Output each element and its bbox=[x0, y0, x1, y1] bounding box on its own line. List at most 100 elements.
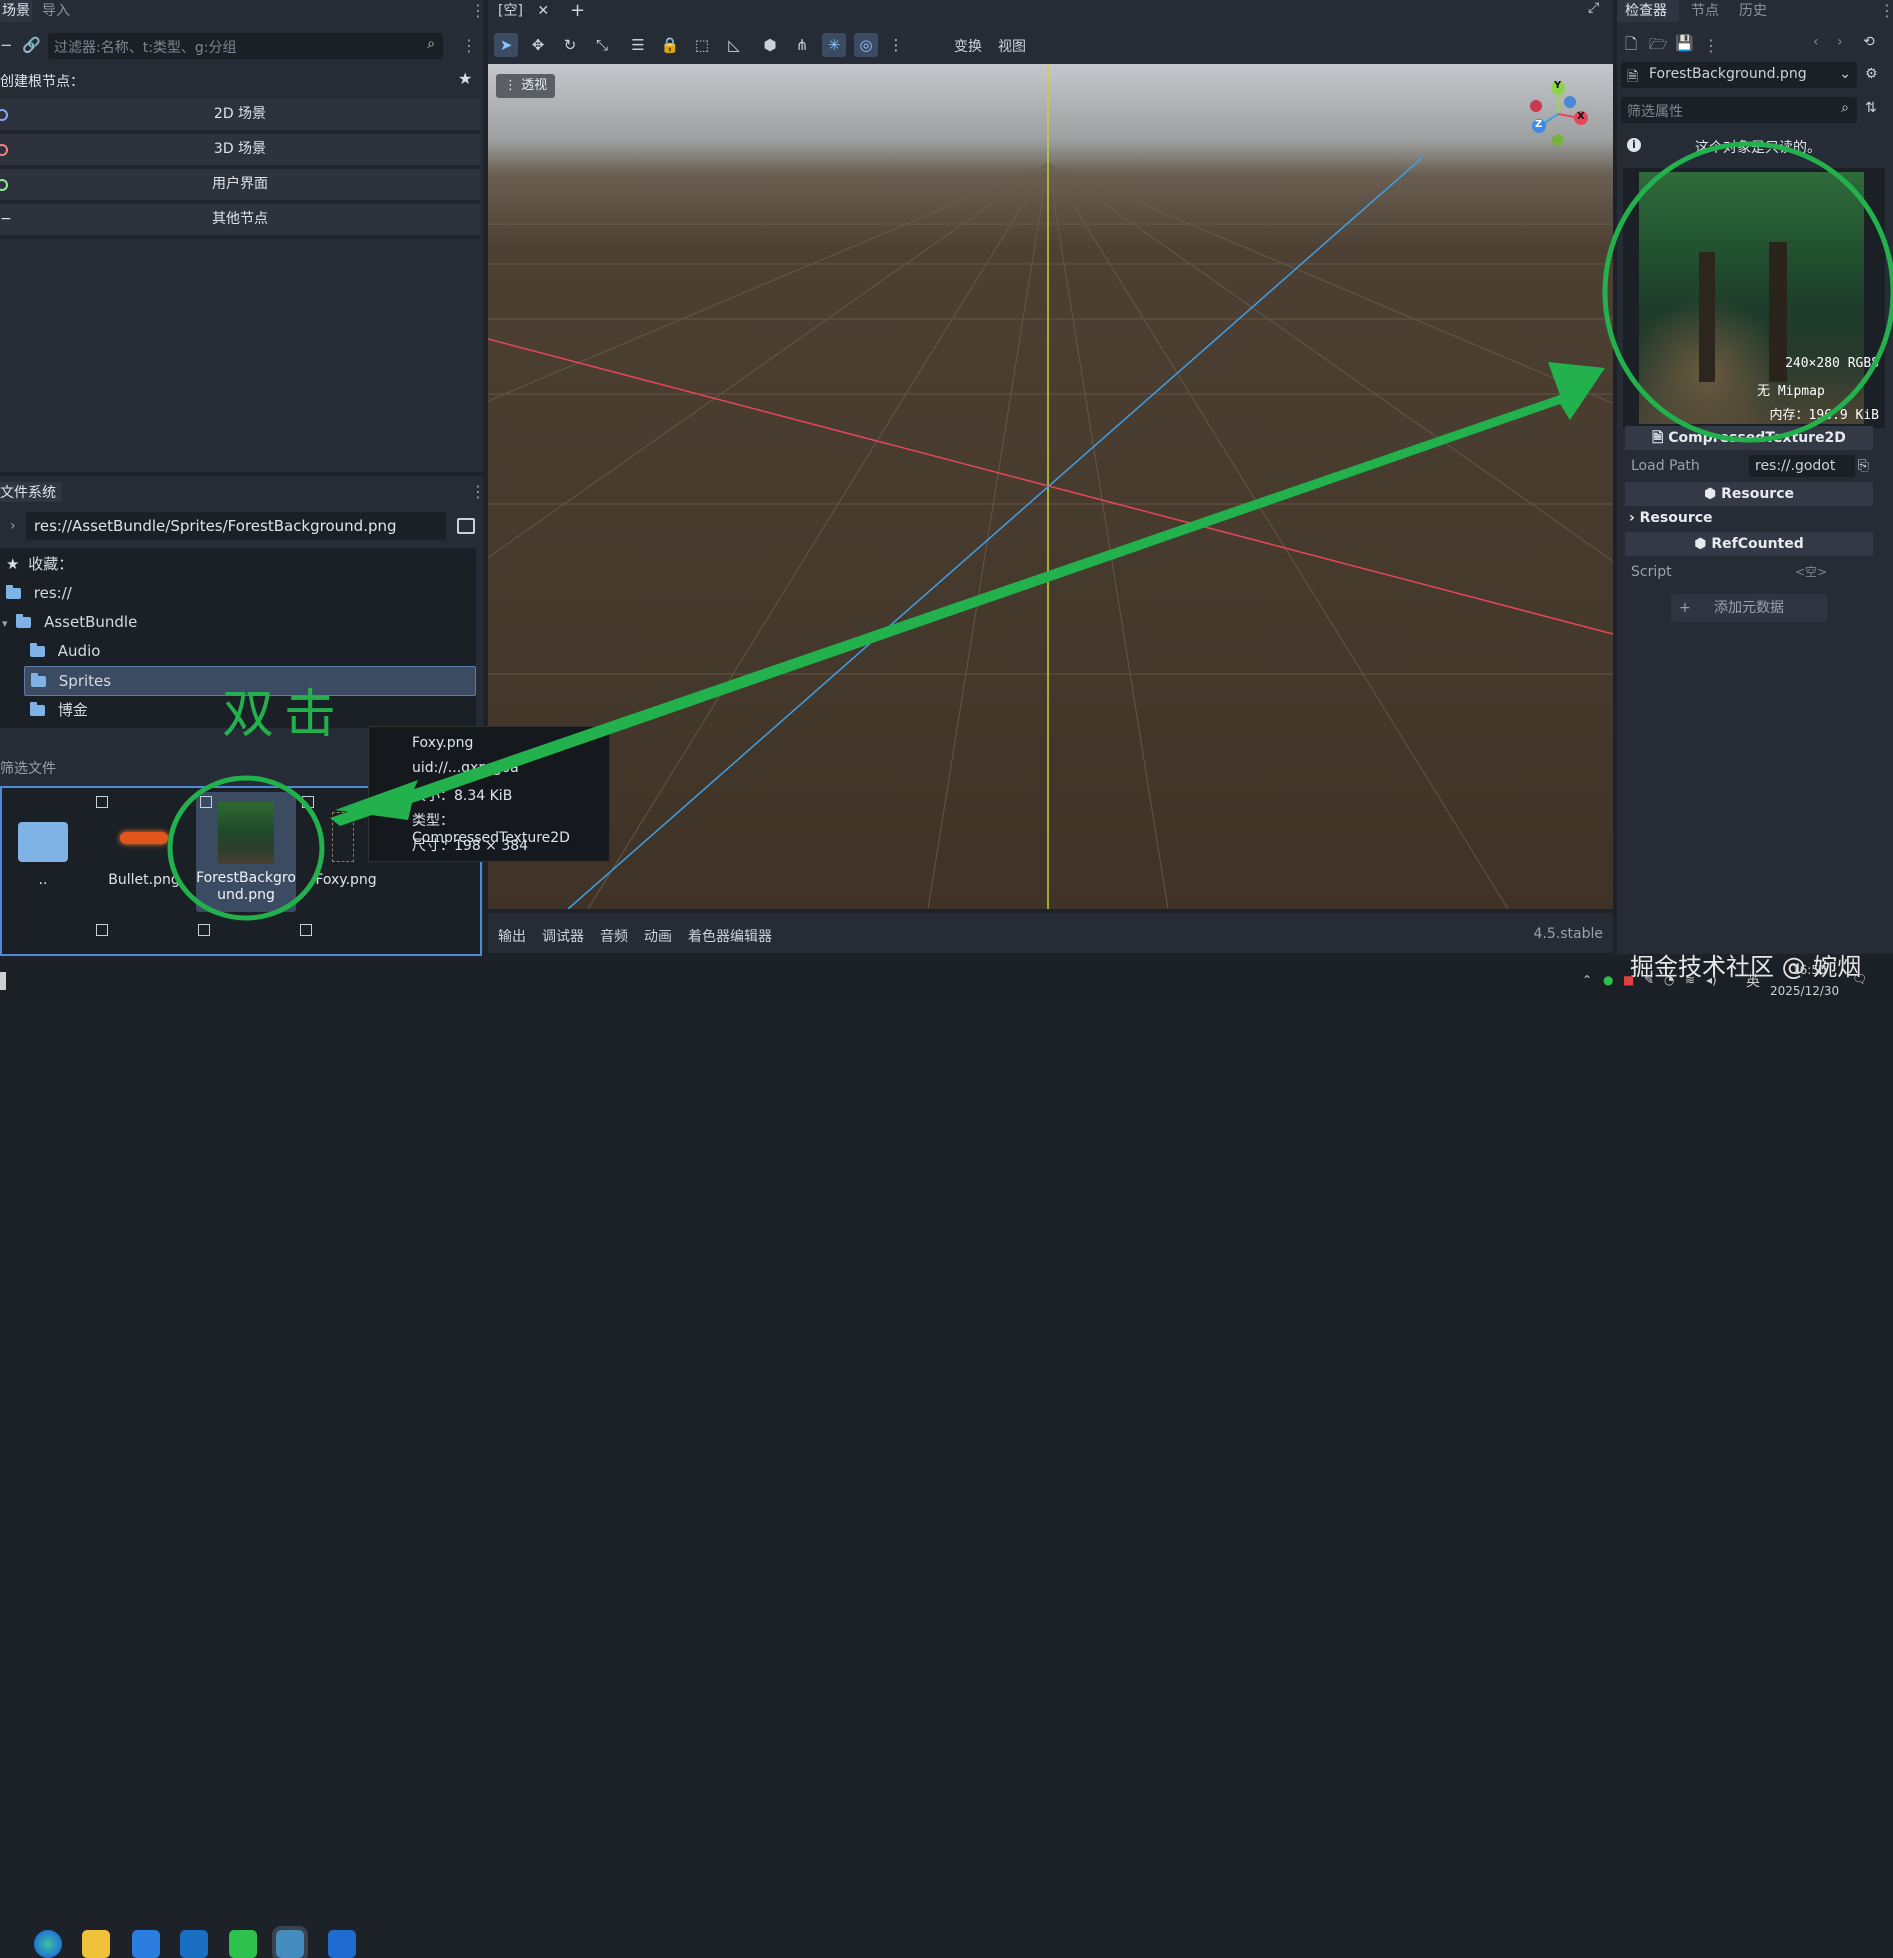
toolbar-more-icon[interactable]: ⋮ bbox=[884, 33, 908, 57]
filesystem-menu-icon[interactable]: ⋮ bbox=[470, 484, 486, 500]
tab-shader-editor[interactable]: 着色器编辑器 bbox=[688, 926, 772, 946]
tray-ime-label[interactable]: 英 bbox=[1746, 971, 1760, 991]
node-ui-button[interactable]: 用户界面 bbox=[0, 169, 480, 204]
new-resource-icon[interactable]: 🗋 bbox=[1625, 34, 1637, 59]
tray-time[interactable]: 16:50 bbox=[1792, 963, 1827, 977]
tab-scene[interactable]: 场景 bbox=[0, 0, 32, 22]
tray-pen-icon[interactable]: ✎ bbox=[1644, 973, 1654, 987]
tray-wechat-icon[interactable]: ● bbox=[1603, 973, 1613, 987]
tab-import[interactable]: 导入 bbox=[42, 0, 70, 22]
store-icon[interactable] bbox=[132, 1930, 160, 1958]
handwritten-annotation: 双击 bbox=[222, 685, 347, 745]
tab-debugger[interactable]: 调试器 bbox=[542, 926, 584, 946]
tab-inspector[interactable]: 检查器 bbox=[1617, 0, 1679, 22]
class-header-compressedtexture2d[interactable]: 🗎 CompressedTexture2D bbox=[1625, 426, 1873, 450]
favorite-star-icon[interactable]: ★ bbox=[458, 69, 472, 88]
menu-transform[interactable]: 变换 bbox=[954, 36, 982, 56]
resource-selector[interactable]: 🗎 ForestBackground.png ⌄ bbox=[1621, 62, 1857, 88]
outlook-icon[interactable] bbox=[180, 1930, 208, 1958]
tab-audio[interactable]: 音频 bbox=[600, 926, 628, 946]
cube-icon[interactable]: ⬢ bbox=[758, 33, 782, 57]
pycharm-icon[interactable] bbox=[328, 1930, 356, 1958]
tree-favorites[interactable]: ★ 收藏： bbox=[0, 550, 73, 578]
perspective-button[interactable]: ⋮ 透视 bbox=[496, 74, 556, 98]
tray-network-icon[interactable]: ◔ bbox=[1664, 973, 1674, 987]
load-path-value[interactable]: res://.godot bbox=[1749, 455, 1855, 477]
snap-icon[interactable]: ⋔ bbox=[790, 33, 814, 57]
globe-icon[interactable]: ◎ bbox=[854, 33, 878, 57]
start-icon[interactable] bbox=[0, 972, 6, 990]
object-props-icon[interactable]: ⚙ bbox=[1865, 66, 1878, 82]
view-gizmo[interactable]: Y X Z bbox=[1524, 80, 1594, 150]
tray-date[interactable]: 2025/12/30 bbox=[1770, 984, 1839, 998]
scale-tool-icon[interactable]: ⤡ bbox=[590, 33, 614, 57]
file-explorer-icon[interactable] bbox=[82, 1930, 110, 1958]
tab-animation[interactable]: 动画 bbox=[644, 926, 672, 946]
scene-filter-input[interactable]: 过滤器:名称、t:类型、g:分组 ⌕ bbox=[48, 33, 443, 59]
file-item-forest-background[interactable]: ForestBackgro und.png bbox=[196, 792, 296, 912]
fullscreen-icon[interactable]: ⤢ bbox=[1588, 0, 1599, 16]
godot-icon[interactable] bbox=[272, 1926, 308, 1958]
tab-history[interactable]: 历史 bbox=[1739, 0, 1767, 22]
rotate-tool-icon[interactable]: ↻ bbox=[558, 33, 582, 57]
tray-wifi-icon[interactable]: ≋ bbox=[1685, 973, 1695, 987]
filter-settings-icon[interactable]: ⇅ bbox=[1865, 100, 1877, 116]
inspector-options-icon[interactable]: ⋮ bbox=[1703, 38, 1719, 54]
tray-volume-icon[interactable]: ◂) bbox=[1706, 973, 1717, 987]
viewport-3d[interactable]: ⋮ 透视 Y X Z bbox=[488, 64, 1613, 909]
chevron-right-icon[interactable]: › bbox=[10, 518, 16, 534]
scene-tab[interactable]: [空] ✕ bbox=[498, 0, 549, 22]
select-tool-icon[interactable]: ➤ bbox=[494, 33, 518, 57]
tree-bojin[interactable]: 博金 bbox=[0, 696, 88, 724]
readonly-notice: 这个对象是只读的。 bbox=[1695, 140, 1821, 156]
inspector-menu-icon[interactable]: ⋮ bbox=[1879, 3, 1893, 19]
close-icon[interactable]: ✕ bbox=[537, 3, 549, 19]
perspective-label: 透视 bbox=[521, 78, 548, 93]
forest-thumbnail bbox=[218, 802, 274, 864]
copy-path-icon[interactable]: ⎘ bbox=[1858, 455, 1869, 477]
link-icon[interactable]: 🔗 bbox=[22, 36, 41, 54]
axis-x-line bbox=[488, 338, 1613, 635]
tree-assetbundle[interactable]: ▾ AssetBundle bbox=[0, 608, 137, 636]
property-filter-input[interactable]: 筛选属性 ⌕ bbox=[1621, 97, 1857, 123]
filesystem-path-field[interactable]: res://AssetBundle/Sprites/ForestBackgrou… bbox=[26, 512, 446, 540]
ruler-icon[interactable]: ◺ bbox=[722, 33, 746, 57]
tab-node[interactable]: 节点 bbox=[1691, 0, 1719, 22]
history-back-icon[interactable]: ‹ bbox=[1813, 34, 1819, 50]
tray-wps-icon[interactable]: ■ bbox=[1623, 973, 1634, 987]
add-node-icon[interactable]: − bbox=[0, 36, 13, 54]
tab-output[interactable]: 输出 bbox=[498, 926, 526, 946]
tree-res-root[interactable]: res:// bbox=[0, 579, 72, 607]
new-tab-icon[interactable]: + bbox=[570, 0, 585, 21]
tree-audio[interactable]: Audio bbox=[0, 637, 100, 665]
lock-icon[interactable]: 🔒 bbox=[658, 33, 682, 57]
file-item-parent[interactable]: .. bbox=[8, 802, 78, 902]
node-3d-scene-button[interactable]: 3D 场景 bbox=[0, 134, 480, 169]
group-icon[interactable]: ⬚ bbox=[690, 33, 714, 57]
wechat-icon[interactable] bbox=[229, 1930, 257, 1958]
texture-badge-icon bbox=[198, 924, 210, 936]
script-value[interactable]: <空> bbox=[1795, 561, 1827, 583]
move-tool-icon[interactable]: ✥ bbox=[526, 33, 550, 57]
split-view-icon[interactable] bbox=[457, 518, 475, 534]
history-icon[interactable]: ⟲ bbox=[1863, 34, 1875, 50]
node-2d-scene-button[interactable]: 2D 场景 bbox=[0, 99, 480, 134]
notification-icon[interactable]: 🗨 bbox=[1852, 972, 1867, 986]
edge-icon[interactable] bbox=[34, 1930, 62, 1958]
resource-section-row[interactable]: › Resource bbox=[1625, 507, 1873, 529]
tree-res-label: res:// bbox=[33, 584, 72, 602]
menu-view[interactable]: 视图 bbox=[998, 36, 1026, 56]
open-folder-icon[interactable]: 🗁 bbox=[1649, 34, 1668, 59]
resource-header[interactable]: ⬢ Resource bbox=[1625, 482, 1873, 506]
scene-options-icon[interactable]: ⋮ bbox=[461, 38, 477, 54]
add-metadata-button[interactable]: + 添加元数据 bbox=[1671, 594, 1827, 622]
node-other-button[interactable]: − 其他节点 bbox=[0, 204, 480, 239]
save-icon[interactable]: 💾 bbox=[1675, 34, 1694, 52]
file-item-bullet[interactable]: Bullet.png bbox=[96, 796, 186, 902]
refcounted-header[interactable]: ⬢ RefCounted bbox=[1625, 532, 1873, 556]
list-tool-icon[interactable]: ☰ bbox=[626, 33, 650, 57]
local-space-icon[interactable]: ✳ bbox=[822, 33, 846, 57]
scene-dock-menu-icon[interactable]: ⋮ bbox=[470, 3, 486, 19]
tray-chevron-up-icon[interactable]: ⌃ bbox=[1582, 973, 1592, 987]
history-forward-icon[interactable]: › bbox=[1837, 34, 1843, 50]
